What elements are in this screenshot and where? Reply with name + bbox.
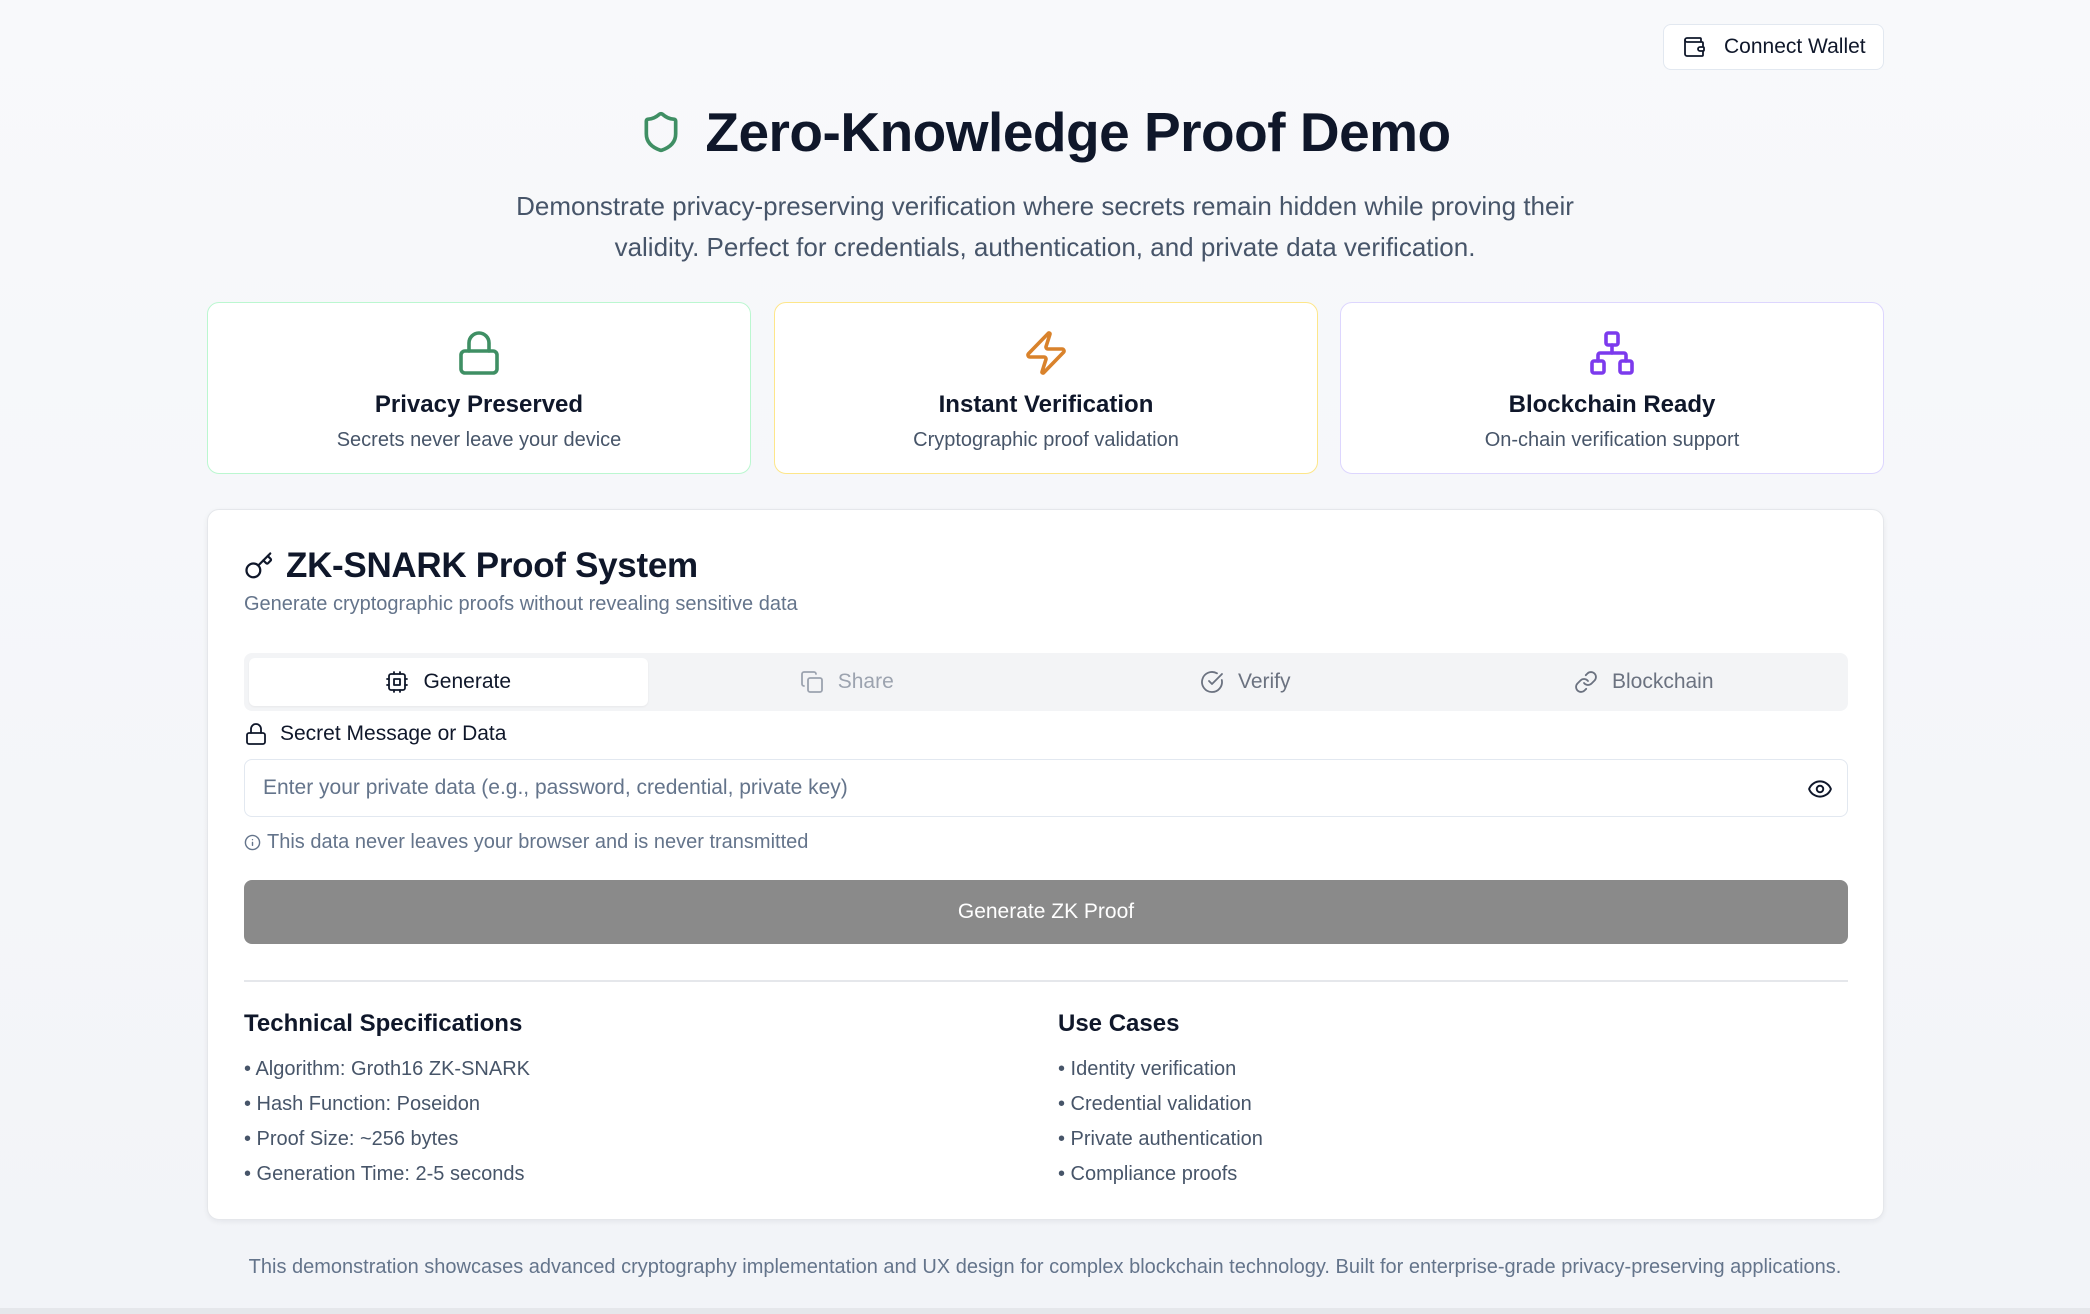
cpu-icon <box>386 671 409 693</box>
list-item: • Identity verification <box>1058 1058 1237 1080</box>
privacy-note: This data never leaves your browser and … <box>244 831 808 854</box>
secret-input[interactable] <box>245 760 1847 816</box>
list-item: • Algorithm: Groth16 ZK-SNARK <box>244 1058 530 1080</box>
check-circle-icon <box>1201 671 1223 693</box>
list-item: • Generation Time: 2-5 seconds <box>244 1163 525 1185</box>
feature-title: Instant Verification <box>938 391 1154 418</box>
connect-wallet-button[interactable]: Connect Wallet <box>1663 24 1884 70</box>
tab-label: Generate <box>423 670 512 693</box>
list-item: • Hash Function: Poseidon <box>244 1093 481 1115</box>
page-subtitle: Demonstrate privacy-preserving verificat… <box>516 191 1574 262</box>
hero-title: Zero-Knowledge Proof Demo <box>0 100 2090 164</box>
connect-wallet-label: Connect Wallet <box>1724 35 1866 58</box>
lock-icon <box>246 723 266 745</box>
lock-icon <box>459 331 499 375</box>
feature-card-blockchain: Blockchain Ready On-chain verification s… <box>1340 302 1884 474</box>
tab-verify[interactable]: Verify <box>1046 658 1445 706</box>
card-header: ZK-SNARK Proof System <box>244 546 698 586</box>
card-subtitle: Generate cryptographic proofs without re… <box>244 593 798 615</box>
tech-specs-section: Technical Specifications • Algorithm: Gr… <box>244 1010 530 1192</box>
use-cases-title: Use Cases <box>1058 1010 1180 1037</box>
tab-label: Share <box>837 670 894 693</box>
secret-field-label: Secret Message or Data <box>244 722 506 746</box>
page-title: Zero-Knowledge Proof Demo <box>705 101 1451 163</box>
wallet-icon <box>1684 37 1705 57</box>
secret-field-label-text: Secret Message or Data <box>280 722 507 745</box>
feature-card-verification: Instant Verification Cryptographic proof… <box>774 302 1318 474</box>
info-icon <box>244 834 261 851</box>
feature-title: Privacy Preserved <box>374 391 584 418</box>
list-item: • Credential validation <box>1058 1093 1252 1115</box>
page: Connect Wallet Zero-Knowledge Proof Demo… <box>0 0 2090 1314</box>
divider <box>244 980 1848 982</box>
list-item: • Private authentication <box>1058 1128 1263 1150</box>
use-cases-section: Use Cases • Identity verification • Cred… <box>1058 1010 1263 1192</box>
eye-icon[interactable] <box>1807 776 1833 802</box>
feature-card-privacy: Privacy Preserved Secrets never leave yo… <box>207 302 751 474</box>
list-item: • Compliance proofs <box>1058 1163 1238 1185</box>
generate-proof-button[interactable]: Generate ZK Proof <box>244 880 1848 944</box>
tab-label: Blockchain <box>1611 670 1714 693</box>
tab-share[interactable]: Share <box>648 658 1047 706</box>
secret-input-wrapper <box>244 759 1848 817</box>
copy-icon <box>800 671 823 693</box>
link-icon <box>1575 671 1597 693</box>
list-item: • Proof Size: ~256 bytes <box>244 1128 459 1150</box>
key-icon <box>245 552 273 579</box>
feature-subtitle: Cryptographic proof validation <box>913 429 1179 451</box>
tech-specs-title: Technical Specifications <box>244 1010 523 1037</box>
card-title: ZK-SNARK Proof System <box>286 546 698 585</box>
feature-subtitle: Secrets never leave your device <box>336 429 622 451</box>
tech-specs-list: • Algorithm: Groth16 ZK-SNARK • Hash Fun… <box>244 1052 530 1192</box>
tab-blockchain[interactable]: Blockchain <box>1445 658 1844 706</box>
horizontal-scrollbar[interactable] <box>0 1308 2090 1314</box>
network-icon <box>1590 331 1634 375</box>
shield-icon <box>644 111 678 153</box>
use-cases-list: • Identity verification • Credential val… <box>1058 1052 1263 1192</box>
tab-generate[interactable]: Generate <box>249 658 648 706</box>
tab-label: Verify <box>1237 670 1291 693</box>
footer-text: This demonstration showcases advanced cr… <box>248 1256 1842 1278</box>
feature-subtitle: On-chain verification support <box>1484 429 1740 451</box>
lightning-icon <box>1026 331 1066 375</box>
feature-title: Blockchain Ready <box>1508 391 1716 418</box>
proof-system-card: ZK-SNARK Proof System Generate cryptogra… <box>207 509 1884 1220</box>
proof-tabs: Generate Share Verify Blockchain <box>244 653 1848 711</box>
privacy-note-text: This data never leaves your browser and … <box>267 831 809 853</box>
